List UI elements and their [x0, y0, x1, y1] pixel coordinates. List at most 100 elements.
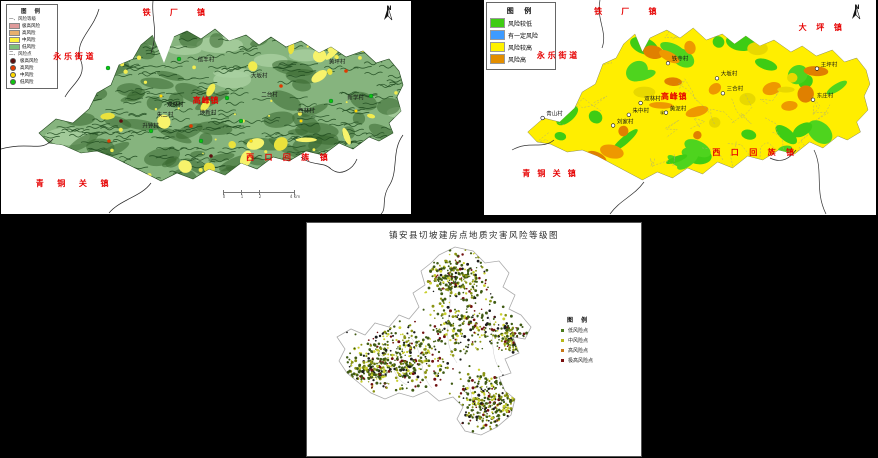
risk-point-low — [177, 57, 181, 61]
risk-point-low — [225, 96, 229, 100]
town-label: 青铜关镇 — [36, 180, 122, 188]
legend-item: 高风险 — [9, 65, 55, 71]
village-label: 三合村 — [727, 88, 744, 94]
village-marker — [639, 101, 643, 105]
risk-point-low — [149, 129, 153, 133]
village-label: 铁寺村 — [672, 57, 689, 63]
legend-item: 中风险 — [9, 37, 55, 43]
village-label: 东庄村 — [817, 94, 834, 100]
legend-item-label: 低风险 — [22, 44, 36, 50]
village-marker-num: ④ — [660, 111, 664, 116]
north-arrow-icon: N — [850, 5, 864, 11]
legend-item: 高风险 — [9, 30, 55, 36]
town-label: 永乐街道 — [537, 52, 580, 60]
legend-item: 低风险 — [9, 44, 55, 50]
legend-section-header: 二、风险点 — [9, 51, 55, 57]
risk-point-medium — [299, 119, 302, 122]
compass-icon — [382, 6, 394, 22]
legend-item: 极高风险点 — [559, 357, 629, 364]
legend-item: 极高风险 — [9, 58, 55, 64]
scale-label: 4 Km — [290, 194, 300, 199]
village-marker — [611, 124, 615, 128]
compass-icon — [850, 5, 862, 21]
village-label: 信丰村 — [198, 58, 215, 64]
legend-item-label: 中风险 — [20, 72, 34, 78]
village-marker — [627, 113, 631, 117]
risk-point-low — [199, 139, 203, 143]
legend-item-label: 风险高 — [508, 55, 526, 64]
village-label: 新学村 — [347, 96, 364, 102]
town-label: 高峰镇 — [661, 93, 687, 101]
legend-swatch — [9, 23, 20, 29]
town-label: 永乐街道 — [53, 53, 96, 61]
legend-swatch — [490, 42, 505, 52]
legend-title: 图 例 — [559, 315, 629, 324]
legend-swatch — [10, 65, 16, 71]
town-label: 大坪镇 — [799, 24, 852, 32]
panel-village-risk-choropleth-map: 图 例 风险较低有一定风险风险较高风险高 N 铁厂镇大坪镇永乐街道高峰镇青铜关镇… — [484, 0, 876, 215]
village-label: 双林村 — [167, 104, 184, 110]
legend-item: 低风险 — [9, 79, 55, 85]
legend-swatch — [561, 329, 564, 332]
legend-item: 低风险点 — [559, 327, 629, 334]
risk-point-high — [344, 69, 348, 73]
risk-point-medium — [354, 109, 357, 112]
village-label: 黄坪村 — [329, 60, 346, 66]
risk-point-high — [279, 84, 283, 88]
village-marker — [721, 92, 725, 96]
legend-risk-points: 图 例 低风险点中风险点高风险点极高风险点 — [559, 315, 629, 367]
legend-swatch — [9, 30, 20, 36]
village-marker — [666, 61, 670, 65]
village-label: 升钟村 — [142, 124, 159, 130]
risk-point-very-high — [209, 154, 213, 158]
legend-title: 图 例 — [9, 7, 55, 15]
legend-item-label: 极高风险 — [22, 23, 40, 29]
risk-point-low — [106, 66, 110, 70]
legend-swatch — [9, 44, 20, 50]
village-label: 朱中村 — [633, 109, 650, 115]
panel-risk-point-distribution-map: 镇安县切坡建房点地质灾害风险等级图 图 例 低风险点中风险点高风险点极高风险点 — [306, 222, 642, 457]
village-label: 王坪村 — [821, 63, 838, 69]
town-label: 西口回族镇 — [246, 154, 338, 162]
legend-item-label: 中风险 — [22, 37, 36, 43]
legend-swatch — [10, 58, 16, 64]
town-label: 铁厂镇 — [594, 8, 676, 16]
village-marker — [811, 98, 815, 102]
legend-item-label: 中风险点 — [568, 337, 588, 344]
legend-swatch — [10, 72, 16, 78]
legend-item-label: 风险较低 — [508, 19, 532, 28]
village-marker — [715, 77, 719, 81]
legend-swatch — [10, 79, 16, 85]
legend-swatch — [490, 30, 505, 40]
legend-swatch — [561, 349, 564, 352]
legend-item: 极高风险 — [9, 23, 55, 29]
village-label: 朱二村 — [157, 113, 174, 119]
legend-item-label: 高风险 — [22, 30, 36, 36]
village-label: 双林村 — [644, 97, 661, 103]
risk-point-low — [369, 94, 373, 98]
legend-item-label: 有一定风险 — [508, 31, 538, 40]
risk-point-low — [239, 119, 243, 123]
legend-item-label: 极高风险 — [20, 58, 38, 64]
legend-slope-risk: 图 例 一、风险等级极高风险高风险中风险低风险二、风险点极高风险高风险中风险低风… — [6, 4, 58, 89]
village-marker — [664, 111, 668, 115]
scale-label: 0 — [223, 194, 226, 199]
legend-item-label: 高风险 — [20, 65, 34, 71]
town-label: 西口回族镇 — [712, 149, 804, 157]
village-label: 黄泥村 — [670, 107, 687, 113]
scale-label: 1 — [241, 194, 244, 199]
legend-items: 低风险点中风险点高风险点极高风险点 — [559, 327, 629, 364]
village-label: 刘家村 — [617, 120, 634, 126]
legend-item: 风险较低 — [490, 18, 552, 28]
town-label: 铁厂镇 — [143, 9, 225, 17]
legend-item-label: 低风险 — [20, 79, 34, 85]
village-label: 西林村 — [298, 109, 315, 115]
risk-point-medium — [159, 94, 162, 97]
legend-item: 中风险点 — [559, 337, 629, 344]
legend-item-label: 风险较高 — [508, 43, 532, 52]
figure-canvas: 图 例 一、风险等级极高风险高风险中风险低风险二、风险点极高风险高风险中风险低风… — [0, 0, 878, 458]
legend-item: 有一定风险 — [490, 30, 552, 40]
legend-swatch — [490, 18, 505, 28]
risk-point-high — [189, 124, 193, 128]
legend-item-label: 高风险点 — [568, 347, 588, 354]
